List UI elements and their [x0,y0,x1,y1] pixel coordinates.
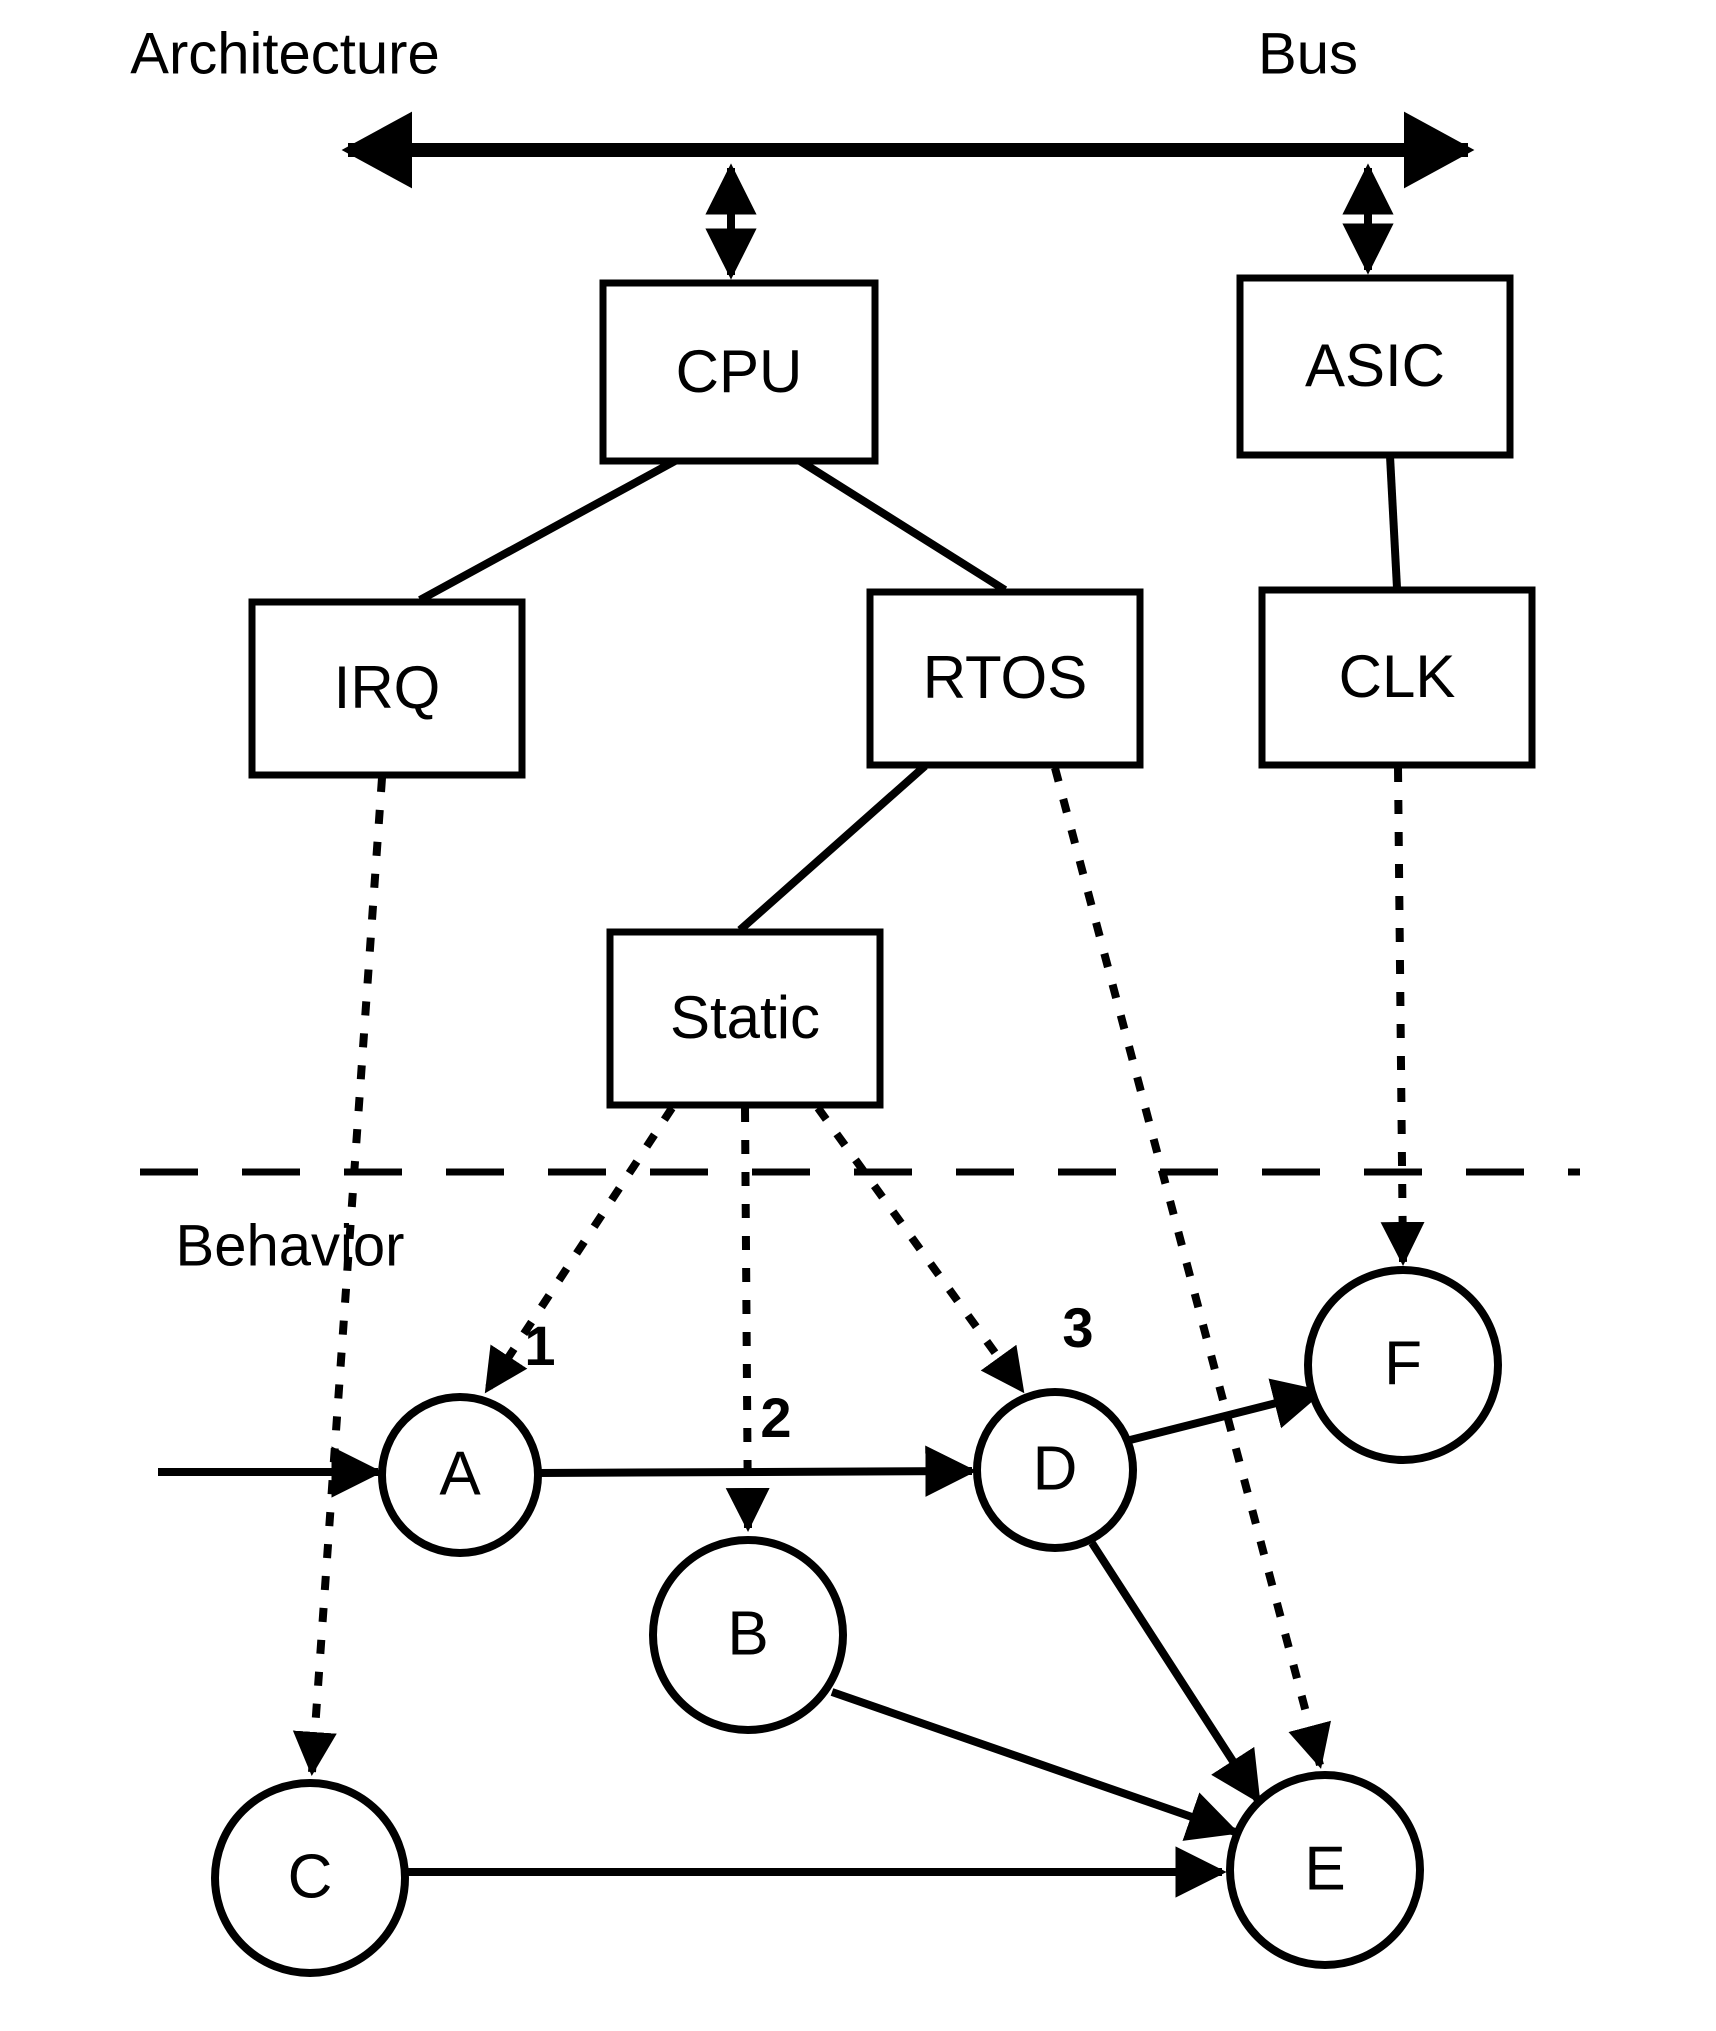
node-label-d: D [1033,1434,1078,1503]
architecture-box-static[interactable]: Static [606,928,884,1109]
edge-number-2: 2 [760,1386,791,1449]
box-label-asic: ASIC [1305,332,1445,399]
behavior-node-e[interactable]: E [1226,1771,1424,1969]
edge-b-to-e [830,1688,1240,1841]
diagram-canvas: CPU ASIC IRQ RTOS CLK Static A B C D E F… [130,21,1580,1977]
edge-a-to-d [537,1445,977,1497]
behavior-node-c[interactable]: C [211,1779,409,1977]
node-label-e: E [1304,1834,1345,1903]
architecture-box-clk[interactable]: CLK [1258,586,1536,769]
map-edge-rtos-to-e [1051,766,1331,1769]
edge-asic-clk [1386,455,1401,589]
node-label-a: A [439,1439,481,1508]
label-behavior: Behavior [176,1213,405,1278]
edge-rtos-static [737,763,928,933]
box-label-rtos: RTOS [923,644,1088,711]
behavior-node-f[interactable]: F [1304,1266,1502,1464]
map-edge-clk-to-f [1380,767,1425,1266]
architecture-box-rtos[interactable]: RTOS [866,588,1144,769]
edge-number-1: 1 [524,1314,555,1377]
node-label-f: F [1384,1329,1422,1398]
edge-number-3: 3 [1062,1296,1093,1359]
architecture-box-asic[interactable]: ASIC [1236,274,1514,459]
map-edge-static-to-b [725,1107,770,1532]
behavior-node-a[interactable]: A [378,1393,542,1557]
edge-cpu-irq [418,457,677,604]
node-label-c: C [288,1842,333,1911]
box-label-clk: CLK [1339,643,1456,710]
box-label-static: Static [670,984,820,1051]
label-architecture: Architecture [130,21,439,86]
diagram-root: CPU ASIC IRQ RTOS CLK Static A B C D E F… [0,0,1716,2031]
edge-cpu-rtos [797,457,1008,594]
behavior-node-b[interactable]: B [649,1536,847,1734]
architecture-box-cpu[interactable]: CPU [599,279,879,465]
box-label-irq: IRQ [334,654,441,721]
map-edge-static-to-d [814,1105,1026,1394]
label-bus: Bus [1258,21,1358,86]
map-edge-static-to-a [483,1105,676,1394]
behavior-node-d[interactable]: D [973,1388,1137,1552]
architecture-box-irq[interactable]: IRQ [248,598,526,779]
edge-d-to-e [1088,1540,1262,1804]
node-label-b: B [727,1599,768,1668]
box-label-cpu: CPU [676,338,803,405]
